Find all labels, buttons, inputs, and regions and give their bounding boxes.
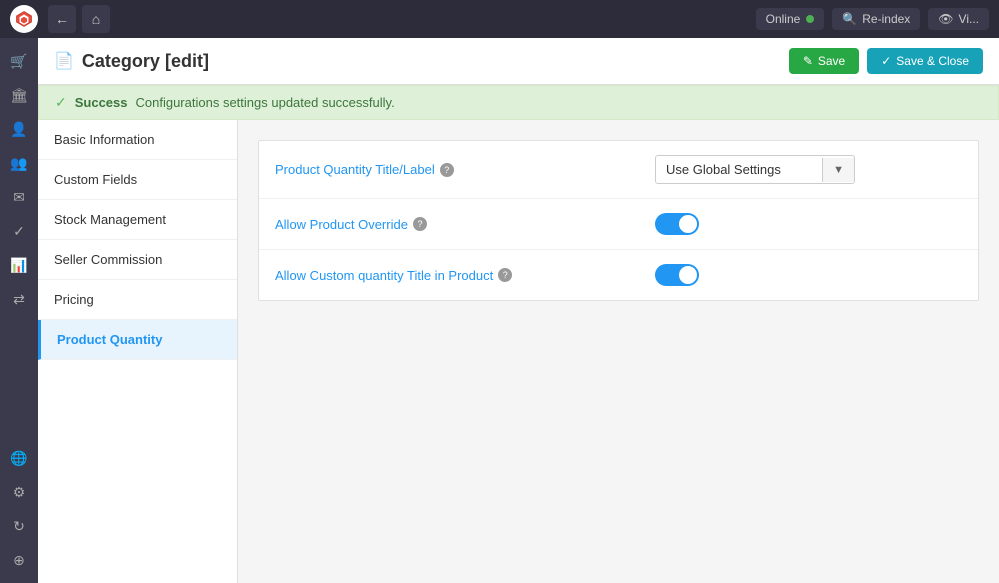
search-icon: 🔍 [842,12,857,26]
view-button[interactable]: 👁 Vi... [928,8,989,30]
success-banner: ✓ Success Configurations settings update… [38,85,999,120]
success-message: Configurations settings updated successf… [136,95,395,110]
online-dot [806,15,814,23]
value-product-quantity-title: Use Global Settings ▼ [655,155,962,184]
body-layout: Basic Information Custom Fields Stock Ma… [38,120,999,583]
sidebar-globe-icon[interactable]: 🌐 [4,443,34,473]
home-nav-icon[interactable]: ⌂ [82,5,110,33]
nav-item-stock-management[interactable]: Stock Management [38,200,237,240]
check-icon: ✓ [881,54,891,68]
sidebar-layers-icon[interactable]: ⊕ [4,545,34,575]
online-status: Online [756,8,825,30]
save-button[interactable]: ✎ Save [789,48,859,74]
main-panel: Product Quantity Title/Label ? Use Globa… [238,120,999,583]
value-allow-product-override [655,213,962,235]
toggle-allow-custom-quantity[interactable] [655,264,699,286]
eye-icon: 👁 [938,12,953,26]
page-title-icon: 📄 [54,51,74,71]
main-layout: 🛒 🏛 👤 👥 ✉ ✓ 📊 ⇄ 🌐 ⚙ ↻ ⊕ 📄 Category [edit… [0,38,999,583]
top-nav: ← ⌂ Online 🔍 Re-index 👁 Vi... [0,0,999,38]
sidebar-cart-icon[interactable]: 🛒 [4,46,34,76]
success-checkmark-icon: ✓ [55,94,67,111]
help-icon-allow-product-override[interactable]: ? [413,217,427,231]
label-product-quantity-title: Product Quantity Title/Label ? [275,162,655,177]
sidebar-group-icon[interactable]: 👥 [4,148,34,178]
sidebar-swap-icon[interactable]: ⇄ [4,284,34,314]
icon-sidebar: 🛒 🏛 👤 👥 ✉ ✓ 📊 ⇄ 🌐 ⚙ ↻ ⊕ [0,38,38,583]
sidebar-bank-icon[interactable]: 🏛 [4,80,34,110]
nav-item-seller-commission[interactable]: Seller Commission [38,240,237,280]
nav-item-basic-information[interactable]: Basic Information [38,120,237,160]
settings-row-allow-product-override: Allow Product Override ? [259,199,978,250]
nav-item-product-quantity[interactable]: Product Quantity [38,320,237,360]
sidebar-mail-icon[interactable]: ✉ [4,182,34,212]
save-close-button[interactable]: ✓ Save & Close [867,48,983,74]
nav-item-pricing[interactable]: Pricing [38,280,237,320]
logo[interactable] [10,5,38,33]
label-text-allow-custom-quantity: Allow Custom quantity Title in Product [275,268,493,283]
label-allow-product-override: Allow Product Override ? [275,217,655,232]
page-title: Category [edit] [82,51,209,72]
top-nav-right: Online 🔍 Re-index 👁 Vi... [756,8,989,30]
save-icon: ✎ [803,54,813,68]
reindex-button[interactable]: 🔍 Re-index [832,8,920,30]
help-icon-allow-custom-quantity[interactable]: ? [498,268,512,282]
sidebar-gear-icon[interactable]: ⚙ [4,477,34,507]
success-label: Success [75,95,128,110]
back-nav-icon[interactable]: ← [48,5,76,33]
label-allow-custom-quantity: Allow Custom quantity Title in Product ? [275,268,655,283]
select-text-product-quantity-title: Use Global Settings [656,156,822,183]
help-icon-product-quantity-title[interactable]: ? [440,163,454,177]
settings-table: Product Quantity Title/Label ? Use Globa… [258,140,979,301]
nav-item-custom-fields[interactable]: Custom Fields [38,160,237,200]
page-title-area: 📄 Category [edit] [54,51,209,72]
select-product-quantity-title[interactable]: Use Global Settings ▼ [655,155,855,184]
settings-row-allow-custom-quantity: Allow Custom quantity Title in Product ? [259,250,978,300]
sidebar-refresh-icon[interactable]: ↻ [4,511,34,541]
select-arrow-icon[interactable]: ▼ [822,158,854,182]
page-header: 📄 Category [edit] ✎ Save ✓ Save & Close [38,38,999,85]
value-allow-custom-quantity [655,264,962,286]
sidebar-user-icon[interactable]: 👤 [4,114,34,144]
settings-row-product-quantity-title: Product Quantity Title/Label ? Use Globa… [259,141,978,199]
top-nav-icons: ← ⌂ [48,5,110,33]
label-text-product-quantity-title: Product Quantity Title/Label [275,162,435,177]
toggle-allow-product-override[interactable] [655,213,699,235]
content-area: 📄 Category [edit] ✎ Save ✓ Save & Close … [38,38,999,583]
left-nav: Basic Information Custom Fields Stock Ma… [38,120,238,583]
sidebar-chart-icon[interactable]: 📊 [4,250,34,280]
header-buttons: ✎ Save ✓ Save & Close [789,48,983,74]
sidebar-check-icon[interactable]: ✓ [4,216,34,246]
label-text-allow-product-override: Allow Product Override [275,217,408,232]
online-label: Online [766,12,801,26]
